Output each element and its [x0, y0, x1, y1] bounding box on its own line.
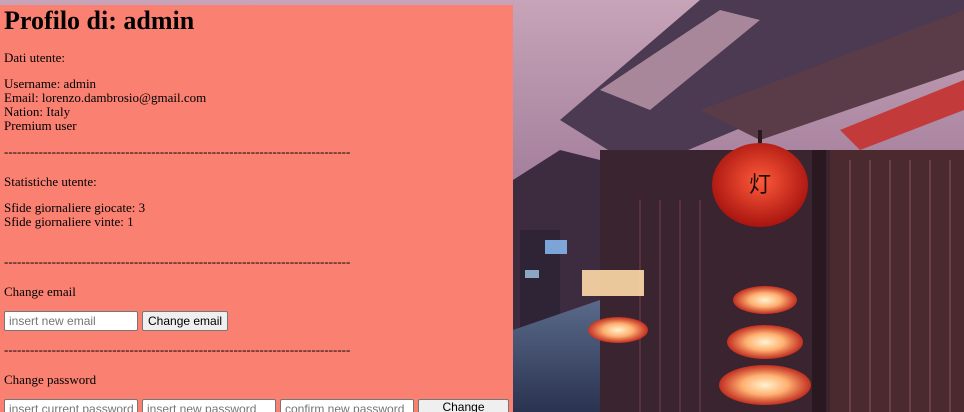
- change-password-form: Change password: [4, 399, 509, 412]
- current-password-input[interactable]: [4, 399, 138, 412]
- change-password-heading: Change password: [4, 372, 97, 387]
- divider-3: ----------------------------------------…: [4, 343, 351, 357]
- new-password-input[interactable]: [142, 399, 276, 412]
- change-email-button[interactable]: Change email: [142, 311, 229, 331]
- confirm-password-input[interactable]: [280, 399, 414, 412]
- change-email-heading: Change email: [4, 284, 76, 299]
- username-text: Username: admin: [4, 76, 97, 91]
- user-data-heading: Dati utente:: [4, 50, 66, 65]
- change-email-form: Change email: [4, 311, 509, 331]
- change-password-button[interactable]: Change password: [418, 399, 509, 412]
- profile-panel: Profilo di: admin Dati utente: Username:…: [0, 5, 513, 412]
- svg-text:灯: 灯: [749, 173, 771, 198]
- user-data-block: Username: admin Email: lorenzo.dambrosio…: [4, 77, 509, 133]
- divider-1: ----------------------------------------…: [4, 145, 351, 159]
- divider-2: ----------------------------------------…: [4, 255, 351, 269]
- new-email-input[interactable]: [4, 311, 138, 331]
- premium-text: Premium user: [4, 118, 77, 133]
- stats-won: Sfide giornaliere vinte: 1: [4, 214, 134, 229]
- stats-heading: Statistiche utente:: [4, 174, 97, 189]
- page-title: Profilo di: admin: [4, 6, 195, 35]
- stats-played: Sfide giornaliere giocate: 3: [4, 200, 146, 215]
- nation-text: Nation: Italy: [4, 104, 71, 119]
- email-text: Email: lorenzo.dambrosio@gmail.com: [4, 90, 207, 105]
- stats-block: Sfide giornaliere giocate: 3 Sfide giorn…: [4, 201, 509, 229]
